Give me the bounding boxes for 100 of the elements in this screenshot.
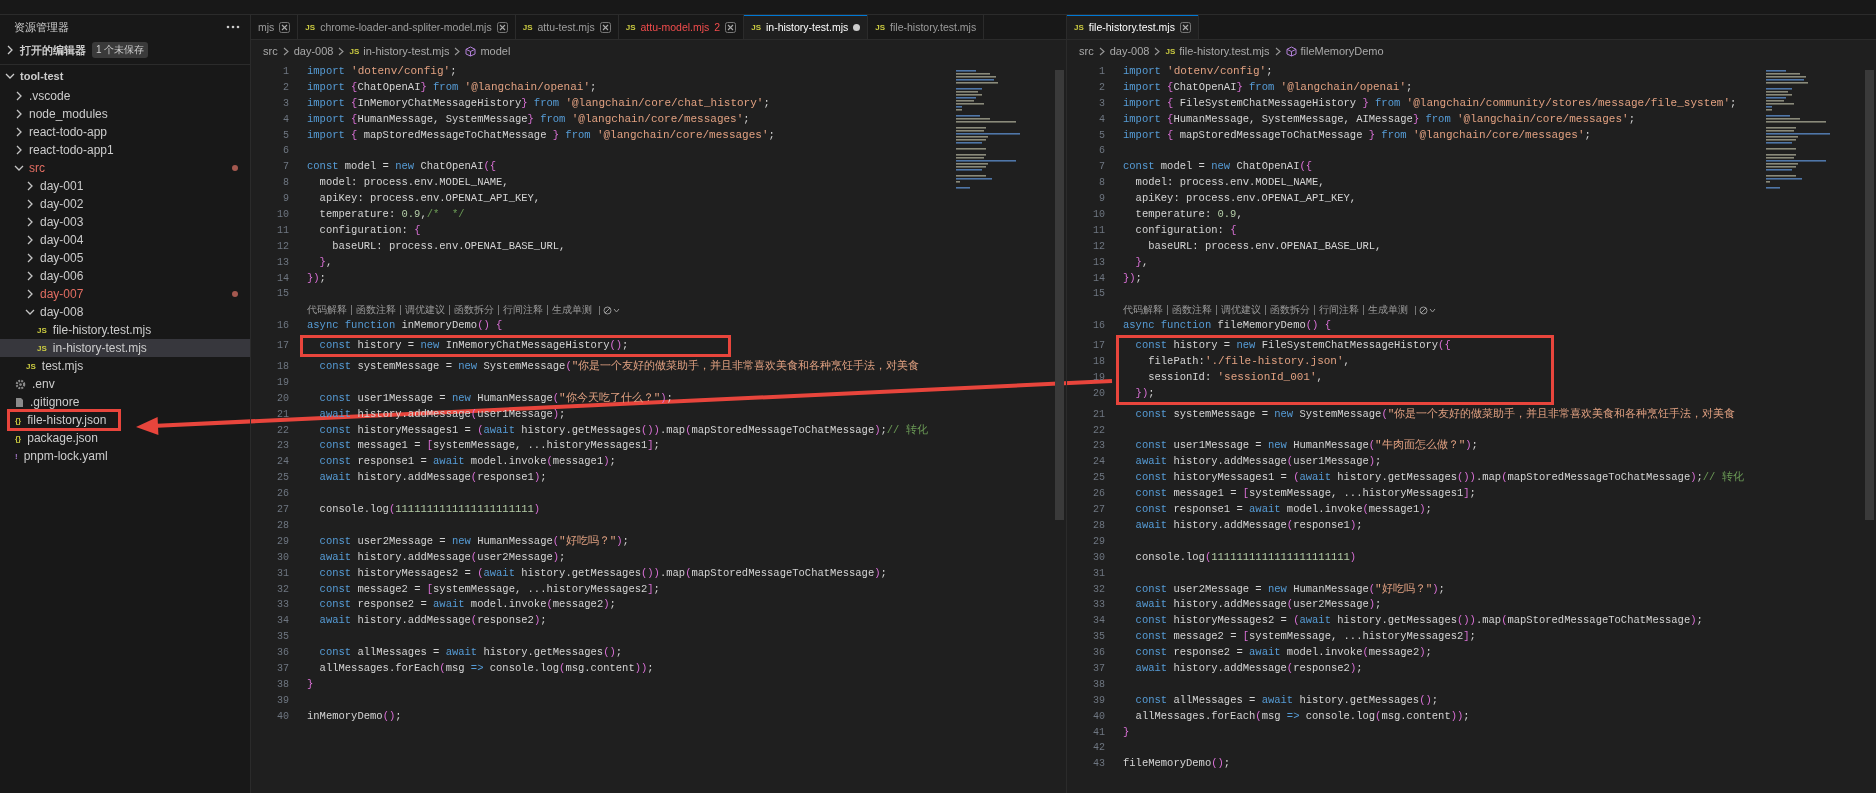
folder-title: tool-test [20,70,64,82]
close-icon[interactable] [725,21,737,33]
tree-item[interactable]: .env [0,375,250,393]
file-type-icon: {} [15,433,22,443]
code-line: filePath:'./file-history.json', [1147,354,1351,370]
tree-item[interactable]: react-todo-app [0,123,250,141]
editor-tab[interactable]: JS file-history.test.mjs [1067,15,1199,39]
code-line: const message1 = [systemMessage, ...historyMessages1]; [1134,486,1477,502]
editor-tab[interactable]: JS in-history-test.mjs [744,15,869,39]
open-editors-header[interactable]: 打开的编辑器 1 个未保存 [0,39,250,61]
tree-item[interactable]: day-008 [0,303,250,321]
folder-header[interactable]: tool-test [0,64,250,87]
code-line: baseURL: process.env.OPENAI_BASE_URL, [331,238,567,254]
tree-item[interactable]: day-006 [0,267,250,285]
editor-tab[interactable]: mjs [251,15,299,39]
codelens-link[interactable]: 生成单测 [1363,305,1412,316]
line-number: 16 [277,320,289,332]
code-line: async function inMemoryDemo() { [307,318,504,334]
code-line: const response2 = await model.invoke(message2); [1134,645,1433,661]
codelens-link[interactable]: 函数注释 [1167,305,1216,316]
line-number: 14 [277,272,289,284]
close-icon[interactable] [1179,21,1191,33]
tree-item[interactable]: src [0,159,250,177]
file-type-icon: JS [875,22,886,32]
codelens-link[interactable]: 调优建议 [1216,305,1265,316]
breadcrumb-item[interactable]: src [1079,45,1094,57]
codelens-link[interactable]: 代码解释 [307,305,351,316]
scrollbar-thumb[interactable] [1865,70,1874,520]
codelens-link[interactable]: 代码解释 [1123,305,1167,316]
modified-dot [232,165,238,171]
tree-item[interactable]: .gitignore [0,393,250,411]
file-type-icon: {} [15,415,22,425]
codelens-link[interactable]: 行间注释 [1314,305,1363,316]
line-number: 32 [277,583,289,595]
scrollbar-thumb[interactable] [1055,70,1064,520]
tree-item[interactable]: day-004 [0,231,250,249]
breadcrumb-item[interactable]: day-008 [293,45,334,57]
breadcrumb-item[interactable]: JS file-history.test.mjs [1165,45,1270,57]
tree-item[interactable]: day-002 [0,195,250,213]
line-number: 4 [1099,113,1105,125]
code-line: const historyMessages1 = (await history.getMessages()).map(mapStoredMessageToChatMessage);// 转化 [1134,470,1744,486]
tree-item[interactable]: node_modules [0,105,250,123]
close-icon[interactable] [599,21,611,33]
code-line: fileMemoryDemo(); [1123,756,1232,772]
tree-item[interactable]: {} file-history.json [0,411,250,429]
close-icon[interactable] [279,21,291,33]
code-line: temperature: 0.9, [1134,207,1244,222]
more-icon[interactable] [226,25,240,29]
tree-item[interactable]: react-todo-app1 [0,141,250,159]
tree-item[interactable]: day-007 [0,285,250,303]
line-number: 25 [1093,472,1105,484]
codelens-link[interactable]: 函数注释 [351,305,400,316]
code-line: const historyMessages2 = (await history.getMessages()).map(mapStoredMessageToChatMessage); [1134,613,1704,629]
line-number: 14 [1093,272,1105,284]
code-line: baseURL: process.env.OPENAI_BASE_URL, [1147,238,1383,254]
code-line: const message1 = [systemMessage, ...historyMessages1]; [318,438,661,454]
code-line: const model = new ChatOpenAI({ [307,159,498,175]
close-icon[interactable] [496,21,508,33]
code-line: import 'dotenv/config'; [307,64,458,79]
line-number: 38 [1093,678,1105,690]
line-number: 9 [1099,193,1105,205]
tree-item[interactable]: ! pnpm-lock.yaml [0,447,250,465]
code-line: }, [318,254,334,270]
breadcrumb-item[interactable]: fileMemoryDemo [1285,45,1384,57]
breadcrumb-item[interactable]: day-008 [1109,45,1150,57]
breadcrumb-item[interactable]: model [465,45,511,57]
tree-item[interactable]: JS test.mjs [0,357,250,375]
line-number: 39 [1093,694,1105,706]
codelens-link[interactable]: 行间注释 [498,305,547,316]
editor-tab[interactable]: JS attu-test.mjs [515,15,619,39]
tree-item[interactable]: day-003 [0,213,250,231]
tree-item[interactable]: JS in-history-test.mjs [0,339,250,357]
code-line: const model = new ChatOpenAI({ [1123,159,1314,175]
codelens-link[interactable]: 生成单测 [547,305,596,316]
codelens-link[interactable]: 函数拆分 [1265,305,1314,316]
line-number: 35 [1093,631,1105,643]
line-number: 22 [1093,424,1105,436]
codelens-link[interactable]: 函数拆分 [449,305,498,316]
code-line: import { FileSystemChatMessageHistory } from '@langchain/community/stores/message/file_system'; [1123,95,1738,111]
editor-tab[interactable]: JS file-history.test.mjs [868,15,985,39]
line-number: 18 [277,361,289,373]
tree-item[interactable]: {} package.json [0,429,250,447]
code-line: import {HumanMessage, SystemMessage} from '@langchain/core/messages'; [307,111,751,127]
line-number: 42 [1093,742,1105,754]
line-number: 29 [277,535,289,547]
line-number: 23 [277,440,289,452]
breadcrumb-item[interactable]: JS in-history-test.mjs [349,45,450,57]
tree-item[interactable]: day-001 [0,177,250,195]
code-line: configuration: { [1134,222,1238,238]
breadcrumb-item[interactable]: src [263,45,278,57]
tree-item[interactable]: JS file-history.test.mjs [0,321,250,339]
code-line: await history.addMessage(user2Message); [318,549,567,565]
file-type-icon: JS [37,343,47,353]
line-number: 11 [277,224,289,236]
file-type-icon: JS [349,46,360,56]
tree-item[interactable]: .vscode [0,87,250,105]
editor-tab[interactable]: JS chrome-loader-and-spliter-model.mjs [298,15,516,39]
tree-item[interactable]: day-005 [0,249,250,267]
code-line: const systemMessage = new SystemMessage("你是一个友好的做菜助手，并且非常喜欢美食和各种烹饪手法，对美食 [318,359,921,375]
codelens-link[interactable]: 调优建议 [400,305,449,316]
